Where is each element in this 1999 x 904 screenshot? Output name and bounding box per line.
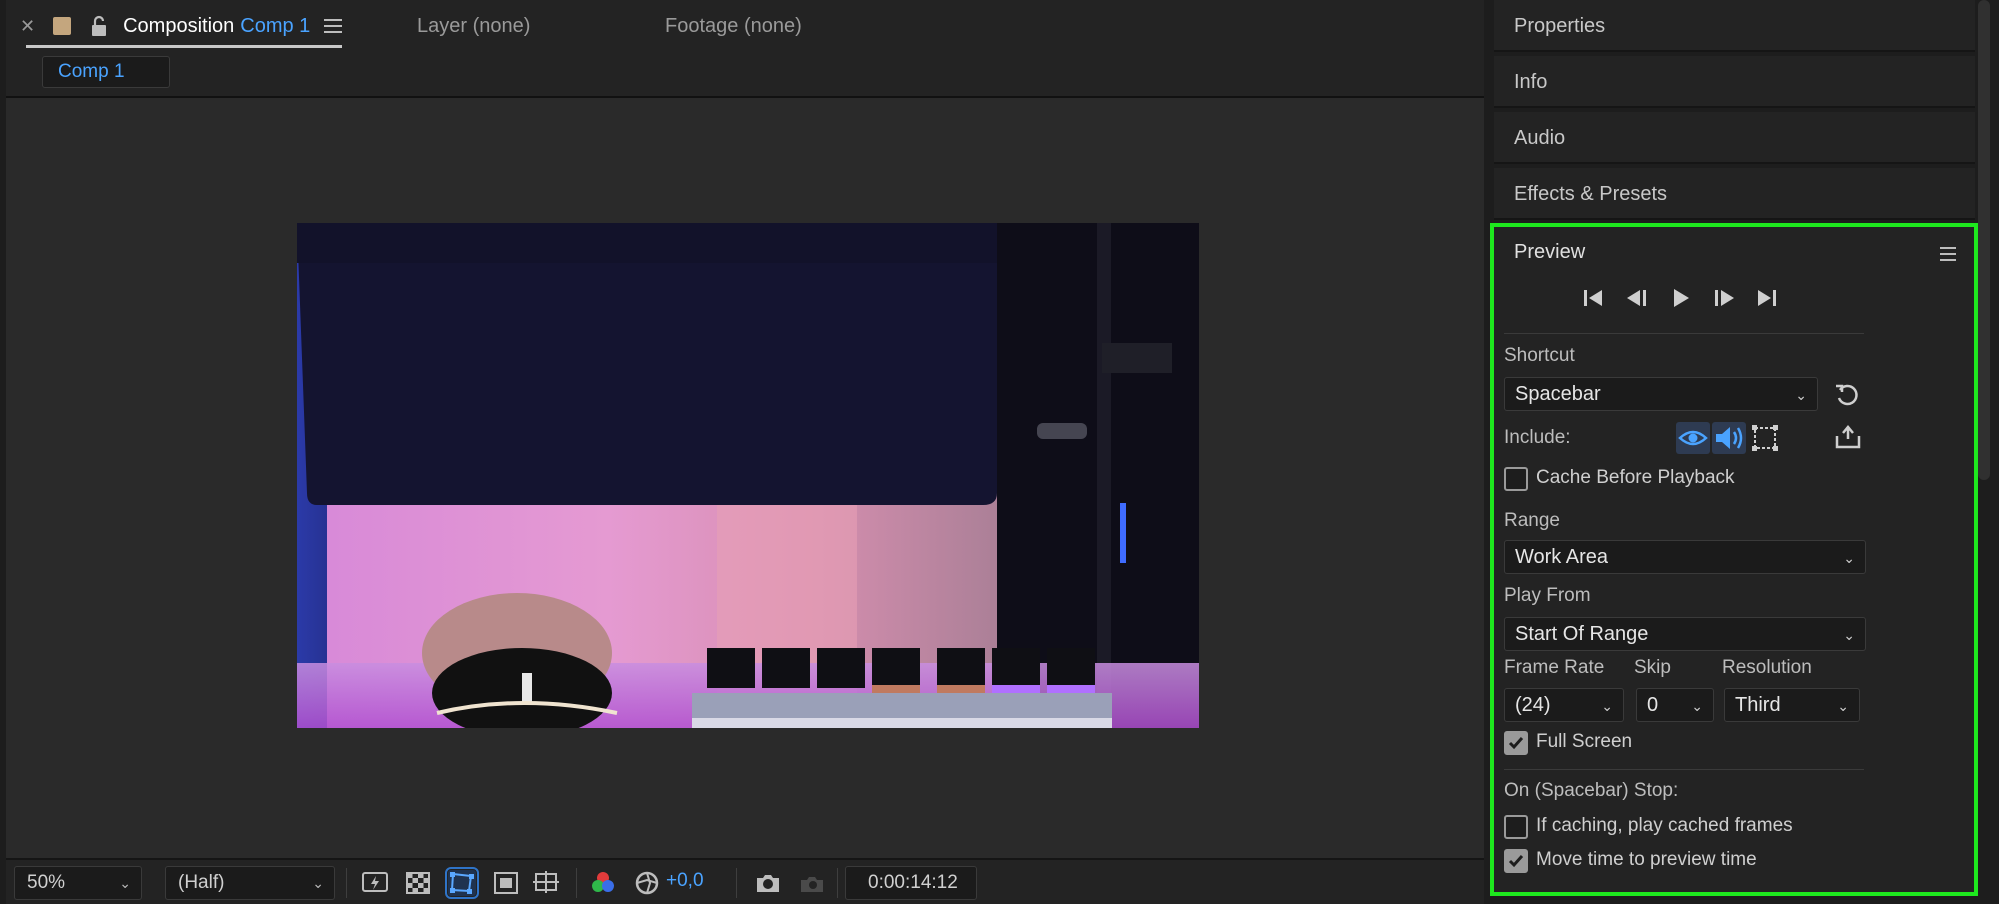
frame-rate-dropdown[interactable]: (24) ⌄	[1504, 688, 1624, 722]
tab-layer[interactable]: Layer (none)	[417, 12, 530, 40]
skip-value: 0	[1647, 694, 1659, 716]
info-panel-header[interactable]: Info	[1494, 56, 1975, 108]
resolution-label: Resolution	[1722, 657, 1812, 678]
after-effects-window: ✕ Composition Comp 1 Layer (none) Footag…	[0, 0, 1999, 904]
play-from-dropdown[interactable]: Start Of Range ⌄	[1504, 617, 1866, 651]
play-from-value: Start Of Range	[1515, 623, 1649, 645]
tab-composition-label: Composition	[123, 14, 235, 37]
resolution-dropdown[interactable]: (Half) ⌄	[165, 866, 335, 900]
cache-before-playback-checkbox[interactable]	[1504, 467, 1528, 491]
snapshot-camera-icon[interactable]	[754, 870, 782, 896]
chevron-down-icon: ⌄	[1795, 387, 1807, 403]
close-icon[interactable]: ✕	[20, 16, 35, 37]
channel-rgb-icon[interactable]	[589, 870, 617, 896]
shortcut-value: Spacebar	[1515, 383, 1601, 405]
on-stop-label: On (Spacebar) Stop:	[1504, 780, 1679, 801]
chevron-down-icon: ⌄	[1843, 627, 1855, 643]
section-divider	[1504, 769, 1864, 770]
frame-rate-label: Frame Rate	[1504, 657, 1605, 678]
section-divider	[1504, 333, 1864, 334]
magnification-dropdown[interactable]: 50% ⌄	[14, 866, 142, 900]
play-from-label: Play From	[1504, 585, 1591, 606]
skip-dropdown[interactable]: 0 ⌄	[1636, 688, 1714, 722]
chevron-down-icon: ⌄	[1691, 698, 1703, 714]
include-label: Include:	[1504, 427, 1571, 448]
composition-panel: ✕ Composition Comp 1 Layer (none) Footag…	[6, 0, 1484, 904]
timecode-value: 0:00:14:12	[868, 872, 958, 893]
cache-before-playback-label: Cache Before Playback	[1536, 467, 1735, 488]
properties-panel-header[interactable]: Properties	[1494, 0, 1975, 52]
composition-navigator-bar: Comp 1	[6, 52, 1484, 98]
transparency-grid-icon[interactable]	[404, 870, 432, 896]
full-screen-checkbox[interactable]	[1504, 731, 1528, 755]
reset-shortcut-icon[interactable]	[1834, 382, 1860, 408]
composition-viewer[interactable]	[6, 98, 1484, 858]
chevron-down-icon: ⌄	[119, 875, 131, 891]
current-time-display[interactable]: 0:00:14:12	[845, 866, 977, 900]
move-time-label: Move time to preview time	[1536, 849, 1757, 870]
playback-controls	[1580, 285, 1780, 313]
resolution-value: (Half)	[178, 872, 225, 893]
label-color-swatch[interactable]	[53, 17, 72, 35]
checkmark-icon	[1508, 855, 1524, 868]
preview-panel: Preview Shortcut Spacebar ⌄ Include: Cac…	[1490, 223, 1978, 896]
toolbar-divider	[837, 868, 838, 898]
skip-label: Skip	[1634, 657, 1671, 678]
chevron-down-icon: ⌄	[312, 875, 324, 891]
range-dropdown[interactable]: Work Area ⌄	[1504, 540, 1866, 574]
effects-presets-panel-header[interactable]: Effects & Presets	[1494, 168, 1975, 220]
frame-rate-value: (24)	[1515, 694, 1551, 716]
region-of-interest-icon[interactable]	[492, 870, 520, 896]
include-audio-speaker-icon[interactable]	[1712, 422, 1746, 454]
panel-menu-icon[interactable]	[324, 19, 343, 33]
full-screen-label: Full Screen	[1536, 731, 1633, 752]
checkmark-icon	[1508, 737, 1524, 750]
exposure-value[interactable]: +0,0	[666, 870, 704, 892]
chevron-down-icon: ⌄	[1837, 698, 1849, 714]
toolbar-divider	[736, 868, 737, 898]
move-time-checkbox[interactable]	[1504, 849, 1528, 873]
chevron-down-icon: ⌄	[1843, 550, 1855, 566]
tab-composition-name: Comp 1	[240, 14, 311, 37]
grid-guides-icon[interactable]	[532, 870, 560, 896]
include-overlays-icon[interactable]	[1748, 422, 1782, 454]
first-frame-icon[interactable]	[1580, 285, 1606, 311]
export-output-icon[interactable]	[1834, 424, 1862, 450]
show-snapshot-icon[interactable]	[797, 870, 825, 896]
range-value: Work Area	[1515, 546, 1608, 568]
tab-composition[interactable]: ✕ Composition Comp 1	[20, 12, 343, 48]
preview-panel-title: Preview	[1514, 241, 1586, 263]
active-tab-underline	[26, 45, 343, 48]
composition-bottom-toolbar: 50% ⌄ (Half) ⌄ +0,0 0:00:14:12	[6, 858, 1484, 904]
panel-scrollbar[interactable]	[1978, 0, 1990, 480]
shortcut-label: Shortcut	[1504, 345, 1575, 366]
reset-exposure-icon[interactable]	[633, 870, 661, 896]
if-caching-label: If caching, play cached frames	[1536, 815, 1793, 836]
desk-scene-image	[297, 223, 1199, 728]
last-frame-icon[interactable]	[1754, 285, 1780, 311]
preview-resolution-value: Third	[1735, 694, 1781, 716]
unlock-icon[interactable]	[89, 15, 109, 37]
tab-footage[interactable]: Footage (none)	[665, 12, 802, 40]
if-caching-checkbox[interactable]	[1504, 815, 1528, 839]
toolbar-divider	[576, 868, 577, 898]
chevron-down-icon: ⌄	[1601, 698, 1613, 714]
play-icon[interactable]	[1667, 285, 1693, 311]
toolbar-divider	[346, 868, 347, 898]
magnification-value: 50%	[27, 872, 66, 893]
previous-frame-icon[interactable]	[1624, 285, 1650, 311]
shortcut-dropdown[interactable]: Spacebar ⌄	[1504, 377, 1818, 411]
composition-tabbar: ✕ Composition Comp 1 Layer (none) Footag…	[6, 0, 1484, 52]
panel-menu-icon[interactable]	[1940, 247, 1956, 261]
preview-resolution-dropdown[interactable]: Third ⌄	[1724, 688, 1860, 722]
composition-frame-image	[297, 223, 1199, 728]
comp-subtab[interactable]: Comp 1	[42, 56, 170, 88]
include-video-eye-icon[interactable]	[1676, 422, 1710, 454]
fast-previews-icon[interactable]	[361, 870, 389, 896]
next-frame-icon[interactable]	[1711, 285, 1737, 311]
mask-path-visibility-icon[interactable]	[445, 867, 479, 899]
range-label: Range	[1504, 510, 1560, 531]
right-panel-stack: Properties Info Audio Effects & Presets …	[1490, 0, 1999, 904]
audio-panel-header[interactable]: Audio	[1494, 112, 1975, 164]
